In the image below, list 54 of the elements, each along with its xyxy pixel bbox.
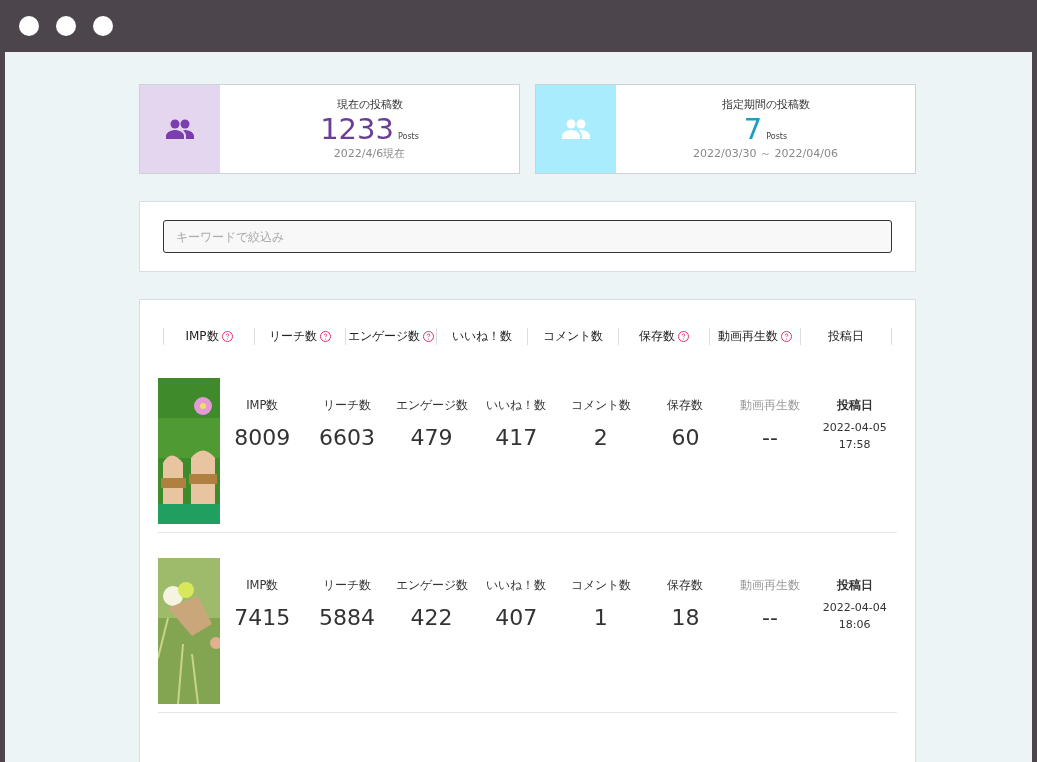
column-header[interactable]: いいね！数	[452, 328, 512, 345]
stat-unit: Posts	[766, 132, 788, 141]
stat-title: 指定期間の投稿数	[721, 97, 810, 112]
metric-value: --	[762, 425, 778, 450]
metric-value: 2	[593, 425, 608, 450]
date-label: 投稿日	[836, 578, 873, 593]
metric-label: リーチ数	[322, 578, 371, 593]
people-icon	[561, 119, 591, 139]
column-header[interactable]: エンゲージ数	[348, 328, 420, 345]
metric-value: 1	[593, 605, 608, 630]
metric-label: 保存数	[667, 398, 704, 413]
date-label: 投稿日	[836, 398, 873, 413]
metric-value: 60	[671, 425, 700, 450]
stat-value: 1233	[320, 112, 394, 146]
metric-label: コメント数	[570, 578, 631, 593]
metric-label: IMP数	[246, 578, 279, 593]
column-header[interactable]: 保存数	[639, 328, 675, 345]
metric-label: エンゲージ数	[395, 398, 468, 413]
search-field[interactable]: キーワードで絞込み	[163, 220, 892, 253]
metric-value: 407	[495, 605, 538, 630]
people-icon	[165, 119, 195, 139]
metric-label: エンゲージ数	[395, 578, 468, 593]
column-header[interactable]: リーチ数	[269, 328, 317, 345]
metric-value: 8009	[234, 425, 291, 450]
metric-value: 18	[671, 605, 700, 630]
metric-value: 479	[410, 425, 453, 450]
metric-value: 5884	[318, 605, 375, 630]
metric-value: 6603	[318, 425, 375, 450]
metric-label: いいね！数	[486, 578, 547, 593]
metric-label: IMP数	[246, 398, 279, 413]
column-header[interactable]: IMP数	[185, 328, 219, 345]
metric-label: いいね！数	[486, 398, 547, 413]
column-header[interactable]: コメント数	[543, 328, 603, 345]
stat-value: 7	[743, 112, 763, 146]
window-dot[interactable]	[93, 16, 113, 36]
metric-value: 422	[410, 605, 453, 630]
stat-note: 2022/03/30 ～ 2022/04/06	[693, 146, 838, 161]
column-header[interactable]: 動画再生数	[718, 328, 778, 345]
column-header[interactable]: 投稿日	[828, 328, 864, 345]
metric-value: 7415	[234, 605, 291, 630]
stat-unit: Posts	[397, 132, 419, 141]
metric-label: 動画再生数	[740, 578, 801, 593]
metric-value: 417	[495, 425, 538, 450]
post-date: 2022-04-05 17:58	[822, 420, 887, 453]
metric-label: 動画再生数	[740, 398, 801, 413]
metric-label: 保存数	[667, 578, 704, 593]
stat-note: 2022/4/6現在	[333, 146, 406, 161]
metric-label: コメント数	[570, 398, 631, 413]
stat-title: 現在の投稿数	[336, 97, 403, 112]
metric-label: リーチ数	[322, 398, 371, 413]
window-dot[interactable]	[56, 16, 76, 36]
window-dot[interactable]	[19, 16, 39, 36]
metric-value: --	[762, 605, 778, 630]
post-date: 2022-04-04 18:06	[822, 600, 887, 633]
